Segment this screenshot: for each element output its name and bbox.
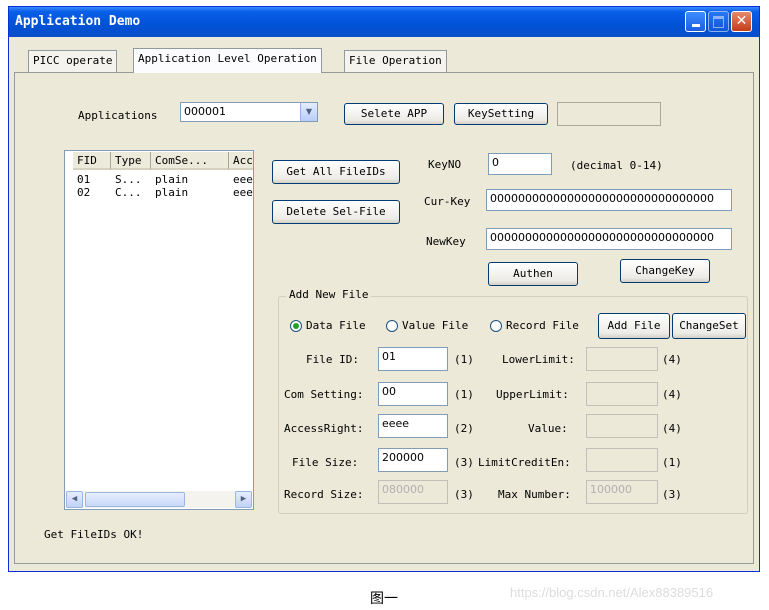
access-right-label: AccessRight: xyxy=(284,422,364,435)
authen-button[interactable]: Authen xyxy=(488,262,578,286)
com-setting-input[interactable]: 00 xyxy=(378,382,448,406)
limit-credit-input[interactable] xyxy=(586,448,658,472)
lower-limit-input[interactable] xyxy=(586,347,658,371)
applications-combo[interactable]: 000001 ▼ xyxy=(180,102,318,122)
changekey-button[interactable]: ChangeKey xyxy=(620,259,710,283)
table-cell[interactable]: C... xyxy=(115,186,151,199)
close-icon: ✕ xyxy=(735,13,748,29)
radio-data-file[interactable] xyxy=(290,320,302,332)
delete-sel-file-button[interactable]: Delete Sel-File xyxy=(272,200,400,224)
figure-caption: 图一 xyxy=(370,591,398,607)
radio-record-file[interactable] xyxy=(490,320,502,332)
limit-credit-label: LimitCreditEn: xyxy=(478,456,571,469)
lower-limit-label: LowerLimit: xyxy=(502,353,575,366)
scroll-thumb[interactable] xyxy=(85,492,185,507)
table-cell[interactable]: eee xyxy=(233,186,253,199)
keyno-hint: (decimal 0-14) xyxy=(570,159,663,172)
applications-label: Applications xyxy=(78,109,158,122)
minimize-button[interactable] xyxy=(685,11,706,32)
radio-data-file-label[interactable]: Data File xyxy=(306,318,366,334)
keysetting-button[interactable]: KeySetting xyxy=(454,103,548,125)
record-size-input[interactable]: 080000 xyxy=(378,480,448,504)
com-setting-label: Com Setting: xyxy=(284,388,364,401)
keysetting-output xyxy=(557,102,661,126)
horizontal-scrollbar[interactable]: ◀ ▶ xyxy=(66,491,252,508)
arrow-left-icon: ◀ xyxy=(71,494,78,504)
max-number-unit: (3) xyxy=(662,488,682,501)
maximize-button[interactable] xyxy=(708,11,729,32)
add-file-button[interactable]: Add File xyxy=(598,313,670,339)
scroll-right-button[interactable]: ▶ xyxy=(235,491,252,508)
file-size-unit: (3) xyxy=(454,456,474,469)
table-cell[interactable]: 02 xyxy=(77,186,111,199)
applications-selected-value: 000001 xyxy=(184,105,226,118)
radio-value-file-label[interactable]: Value File xyxy=(402,318,468,334)
record-size-unit: (3) xyxy=(454,488,474,501)
limit-credit-unit: (1) xyxy=(662,456,682,469)
select-app-button[interactable]: Selete APP xyxy=(344,103,444,125)
keyno-label: KeyNO xyxy=(428,158,462,171)
column-header-access[interactable]: Acc xyxy=(229,152,253,170)
column-header-type[interactable]: Type xyxy=(111,152,151,170)
tab-label: Application Level Operation xyxy=(138,52,317,65)
scroll-left-button[interactable]: ◀ xyxy=(66,491,83,508)
value-label: Value: xyxy=(528,422,568,435)
record-size-label: Record Size: xyxy=(284,488,364,501)
radio-record-file-label[interactable]: Record File xyxy=(506,318,579,334)
chevron-down-icon[interactable]: ▼ xyxy=(300,103,317,121)
radio-value-file[interactable] xyxy=(386,320,398,332)
close-button[interactable]: ✕ xyxy=(731,11,752,32)
file-list[interactable]: FID Type ComSe... Acc 01 S... plain eee … xyxy=(64,150,254,510)
com-setting-unit: (1) xyxy=(454,388,474,401)
file-id-label: File ID: xyxy=(306,353,359,366)
get-all-fileids-button[interactable]: Get All FileIDs xyxy=(272,160,400,184)
table-cell[interactable]: S... xyxy=(115,173,151,186)
value-unit: (4) xyxy=(662,422,682,435)
lower-limit-unit: (4) xyxy=(662,353,682,366)
table-cell[interactable]: 01 xyxy=(77,173,111,186)
column-header-comsetting[interactable]: ComSe... xyxy=(151,152,229,170)
cur-key-input[interactable]: 00000000000000000000000000000000 xyxy=(486,189,732,211)
upper-limit-label: UpperLimit: xyxy=(496,388,569,401)
max-number-input[interactable]: 100000 xyxy=(586,480,658,504)
maximize-icon xyxy=(713,16,724,28)
status-text: Get FileIDs OK! xyxy=(44,528,144,541)
access-right-input[interactable]: eeee xyxy=(378,414,448,438)
table-cell[interactable]: plain xyxy=(155,173,229,186)
file-size-label: File Size: xyxy=(292,456,359,469)
max-number-label: Max Number: xyxy=(498,488,571,501)
keyno-input[interactable]: 0 xyxy=(488,153,552,175)
changeset-button[interactable]: ChangeSet xyxy=(672,313,746,339)
file-id-input[interactable]: 01 xyxy=(378,347,448,371)
cur-key-label: Cur-Key xyxy=(424,195,471,208)
upper-limit-input[interactable] xyxy=(586,382,658,406)
upper-limit-unit: (4) xyxy=(662,388,682,401)
table-cell[interactable]: plain xyxy=(155,186,229,199)
file-size-input[interactable]: 200000 xyxy=(378,448,448,472)
table-cell[interactable]: eee xyxy=(233,173,253,186)
tab-label: File Operation xyxy=(349,54,442,67)
add-new-file-title: Add New File xyxy=(286,288,372,302)
tab-label: PICC operate xyxy=(33,54,113,67)
tab-application-level-operation[interactable]: Application Level Operation xyxy=(133,48,322,73)
new-key-input[interactable]: 00000000000000000000000000000000 xyxy=(486,228,732,250)
column-header-fid[interactable]: FID xyxy=(73,152,111,170)
new-key-label: NewKey xyxy=(426,235,466,248)
title-bar[interactable]: Application Demo xyxy=(9,7,759,37)
watermark: https://blog.csdn.net/Alex88389516 xyxy=(510,585,714,600)
file-id-unit: (1) xyxy=(454,353,474,366)
value-input[interactable] xyxy=(586,414,658,438)
arrow-right-icon: ▶ xyxy=(240,494,247,504)
tab-picc-operate[interactable]: PICC operate xyxy=(28,50,118,72)
tab-file-operation[interactable]: File Operation xyxy=(344,50,447,72)
minimize-icon xyxy=(691,24,700,27)
access-right-unit: (2) xyxy=(454,422,474,435)
window-title: Application Demo xyxy=(15,14,141,29)
